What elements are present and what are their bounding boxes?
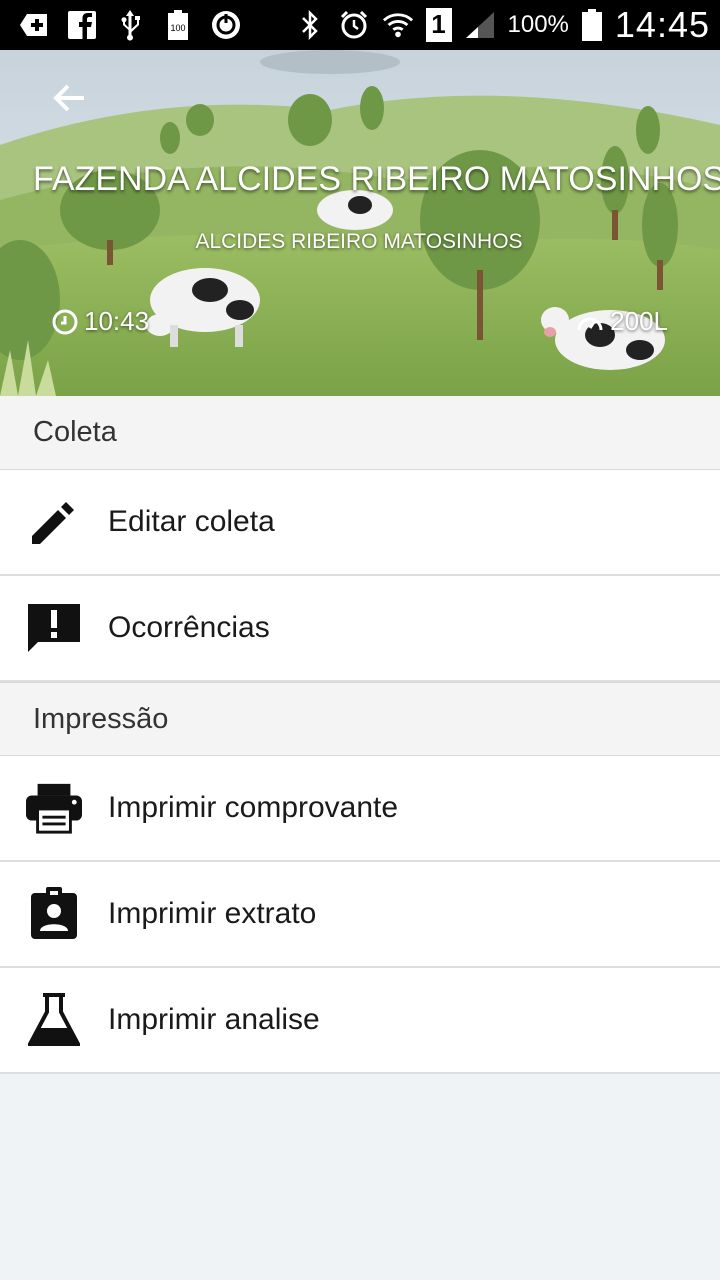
battery-icon (581, 9, 603, 41)
flask-icon (26, 992, 82, 1048)
print-analysis-label: Imprimir analise (108, 1003, 320, 1036)
collection-volume-value: 200L (610, 306, 668, 336)
collection-time: 10:43 (52, 306, 149, 337)
wifi-icon (382, 9, 414, 41)
svg-text:100: 100 (170, 23, 185, 33)
contact-badge-icon (26, 886, 82, 942)
edit-collection-item[interactable]: Editar coleta (0, 470, 720, 576)
signal-icon (464, 9, 496, 41)
pencil-icon (26, 494, 82, 550)
print-statement-item[interactable]: Imprimir extrato (0, 862, 720, 968)
print-analysis-item[interactable]: Imprimir analise (0, 968, 720, 1074)
collection-volume: 200L (576, 306, 668, 337)
alarm-icon (338, 9, 370, 41)
usb-icon (114, 9, 146, 41)
facebook-icon (66, 9, 98, 41)
sim-slot-icon: 1 (425, 8, 452, 42)
printer-icon (26, 780, 82, 836)
alert-message-icon (26, 600, 82, 656)
sync-icon (210, 9, 242, 41)
status-bar: 100 1 100% 14:45 (0, 0, 720, 50)
status-bar-notifications: 100 (18, 8, 242, 42)
bluetooth-icon (294, 9, 326, 41)
clock: 14:45 (614, 4, 710, 45)
status-bar-system: 1 100% 14:45 (294, 4, 710, 46)
farm-header: FAZENDA ALCIDES RIBEIRO MATOSINHOS ALCID… (0, 50, 720, 396)
edit-collection-label: Editar coleta (108, 505, 275, 538)
print-receipt-label: Imprimir comprovante (108, 791, 399, 824)
battery-percent: 100% (507, 11, 569, 38)
sim-slot-number: 1 (431, 8, 446, 39)
clock-icon (52, 309, 78, 334)
occurrences-label: Ocorrências (108, 611, 270, 644)
cows-pasture-background (0, 50, 720, 396)
print-receipt-item[interactable]: Imprimir comprovante (0, 756, 720, 862)
battery-100-icon: 100 (162, 9, 194, 41)
farm-name: FAZENDA ALCIDES RIBEIRO MATOSINHOS (33, 160, 720, 198)
arrow-back-icon (53, 84, 84, 112)
occurrences-item[interactable]: Ocorrências (0, 576, 720, 682)
back-button[interactable] (42, 76, 96, 120)
gauge-icon (577, 317, 603, 330)
section-header-impressao: Impressão (0, 682, 720, 756)
print-statement-label: Imprimir extrato (108, 897, 317, 930)
owner-name: ALCIDES RIBEIRO MATOSINHOS (195, 230, 523, 253)
collection-time-value: 10:43 (84, 306, 150, 336)
section-header-coleta: Coleta (0, 396, 720, 470)
add-icon (18, 9, 50, 41)
action-list: Coleta Editar coleta Ocorrências Impress… (0, 396, 720, 1074)
